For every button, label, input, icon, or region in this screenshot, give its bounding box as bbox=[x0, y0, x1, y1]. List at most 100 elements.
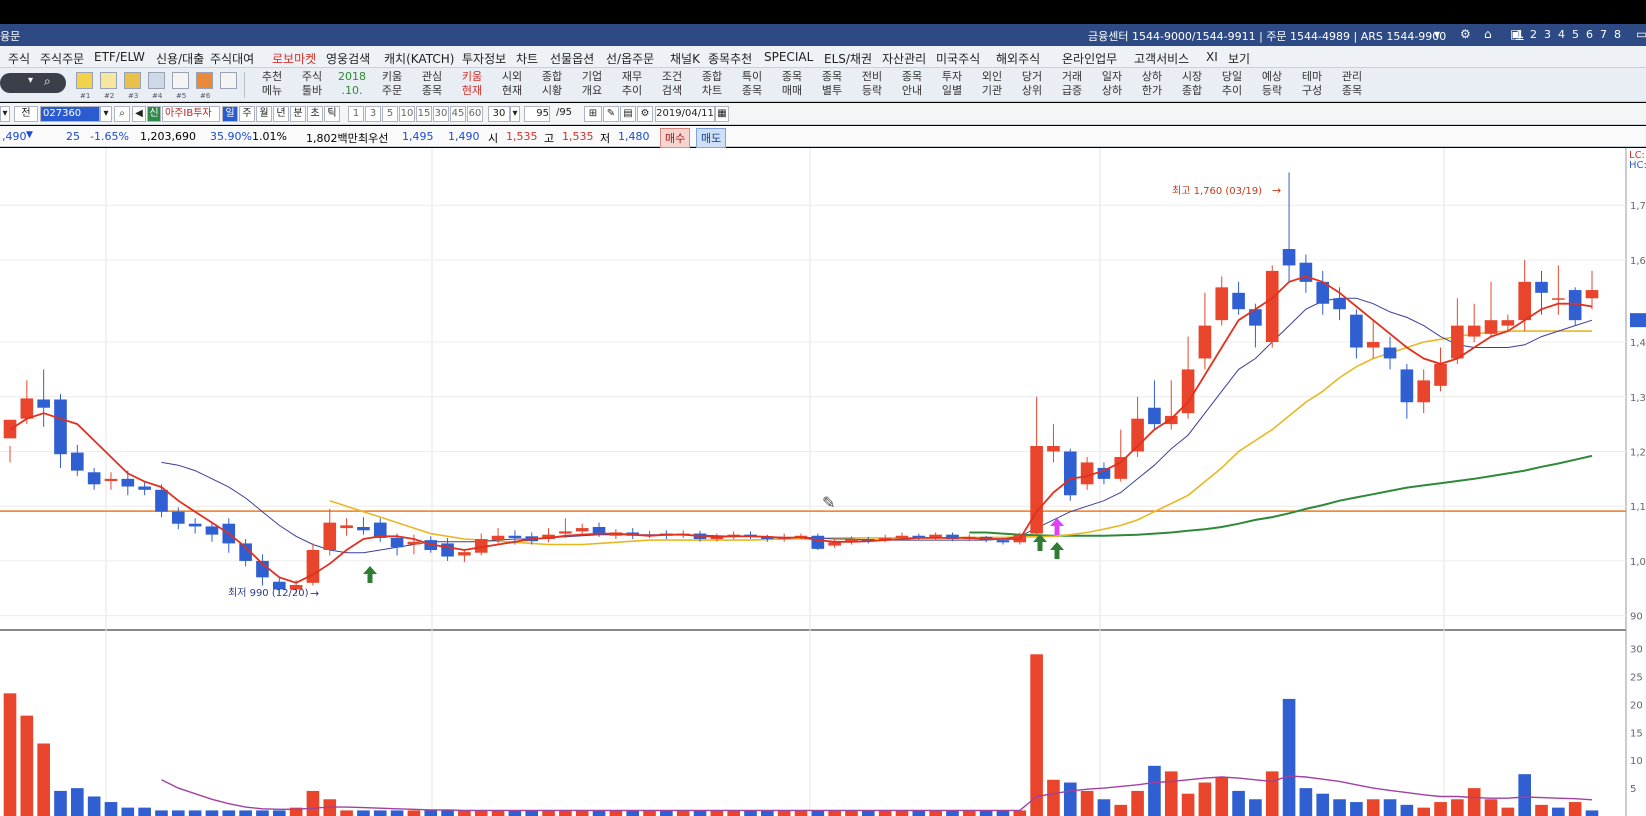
volume-bar[interactable] bbox=[1417, 807, 1431, 816]
volume-bar[interactable] bbox=[559, 810, 572, 816]
volume-bar[interactable] bbox=[1484, 799, 1498, 816]
volume-bar[interactable] bbox=[1215, 776, 1229, 816]
volume-bar[interactable] bbox=[1030, 654, 1043, 816]
volume-bar[interactable] bbox=[1282, 698, 1296, 816]
volume-bar[interactable] bbox=[54, 790, 67, 816]
menu-item[interactable]: 종목추천 bbox=[708, 50, 752, 67]
page-tab-4[interactable]: 4 bbox=[1558, 28, 1565, 41]
menu-item[interactable]: 주식 bbox=[8, 50, 30, 67]
volume-bar[interactable] bbox=[1114, 804, 1128, 816]
interval-button[interactable]: 5 bbox=[382, 106, 398, 122]
volume-bar[interactable] bbox=[962, 810, 976, 816]
menu-item[interactable]: 해외주식 bbox=[996, 50, 1040, 67]
menu-item[interactable]: 보기 bbox=[1228, 50, 1250, 67]
period-tab[interactable]: 초 bbox=[307, 106, 323, 122]
page-tab-5[interactable]: 5 bbox=[1572, 28, 1579, 41]
volume-bar[interactable] bbox=[1400, 804, 1414, 816]
candle[interactable] bbox=[811, 533, 825, 550]
volume-bar[interactable] bbox=[895, 810, 909, 816]
volume-bar[interactable] bbox=[205, 810, 219, 816]
shortcut-button[interactable]: 관리 종목 bbox=[1334, 70, 1370, 98]
volume-bar[interactable] bbox=[710, 810, 724, 816]
shortcut-button[interactable]: 상하 한가 bbox=[1134, 70, 1170, 98]
volume-bar[interactable] bbox=[1535, 804, 1548, 816]
volume-bar[interactable] bbox=[390, 810, 404, 816]
volume-bar[interactable] bbox=[1080, 790, 1094, 816]
volume-bar[interactable] bbox=[592, 810, 606, 816]
volume-bar[interactable] bbox=[441, 810, 454, 816]
tool-icon[interactable]: ✎ bbox=[603, 106, 619, 122]
volume-bar[interactable] bbox=[104, 802, 118, 816]
volume-bar[interactable] bbox=[1434, 802, 1447, 816]
camera-icon[interactable] bbox=[148, 72, 165, 89]
menu-item[interactable]: SPECIAL bbox=[764, 50, 813, 64]
volume-bar[interactable] bbox=[373, 810, 387, 816]
buy-button[interactable]: 매수 bbox=[660, 128, 691, 148]
monitor-icon[interactable]: ▭ bbox=[1636, 27, 1646, 41]
dropdown-arrow-icon[interactable]: ▾ bbox=[1434, 27, 1440, 41]
data-count-input[interactable]: 95 bbox=[524, 106, 550, 122]
period-tab[interactable]: 일 bbox=[222, 106, 238, 122]
volume-bar[interactable] bbox=[1131, 790, 1144, 816]
volume-bar[interactable] bbox=[946, 810, 959, 816]
volume-bar[interactable] bbox=[912, 810, 926, 816]
shortcut-button[interactable]: 종목 매매 bbox=[774, 70, 810, 98]
menu-item[interactable]: 자산관리 bbox=[882, 50, 926, 67]
menu-item[interactable]: 주식대여 bbox=[210, 50, 254, 67]
volume-bar[interactable] bbox=[811, 810, 825, 816]
period-tab[interactable]: 월 bbox=[256, 106, 272, 122]
volume-bar[interactable] bbox=[20, 715, 34, 816]
interval-value[interactable]: 30 bbox=[488, 106, 510, 122]
volume-bar[interactable] bbox=[188, 810, 202, 816]
shortcut-button[interactable]: 조건 검색 bbox=[654, 70, 690, 98]
interval-button[interactable]: 30 bbox=[433, 106, 449, 122]
volume-bar[interactable] bbox=[878, 810, 892, 816]
menu-item[interactable]: 미국주식 bbox=[936, 50, 980, 67]
menu-item[interactable]: 고객서비스 bbox=[1134, 50, 1189, 67]
shortcut-button[interactable]: 종목 안내 bbox=[894, 70, 930, 98]
period-tab[interactable]: 분 bbox=[290, 106, 306, 122]
volume-bar[interactable] bbox=[508, 810, 522, 816]
search-icon[interactable]: ⌕ bbox=[44, 74, 51, 89]
volume-bar[interactable] bbox=[1013, 810, 1027, 816]
interval-button[interactable]: 1 bbox=[348, 106, 364, 122]
stock-code-input[interactable]: 027360 bbox=[40, 106, 100, 122]
menu-item[interactable]: ETF/ELW bbox=[94, 50, 145, 64]
shortcut-button[interactable]: 관심 종목 bbox=[414, 70, 450, 98]
volume-bar[interactable] bbox=[3, 693, 17, 816]
save-icon[interactable] bbox=[76, 72, 93, 89]
volume-bar[interactable] bbox=[525, 810, 539, 816]
volume-bar[interactable] bbox=[474, 810, 488, 816]
volume-bar[interactable] bbox=[272, 810, 286, 816]
volume-bar[interactable] bbox=[777, 810, 791, 816]
candle[interactable] bbox=[1568, 287, 1582, 326]
volume-bar[interactable] bbox=[1265, 771, 1279, 816]
shortcut-button[interactable]: 종목 별투 bbox=[814, 70, 850, 98]
volume-bar[interactable] bbox=[1383, 799, 1397, 816]
shortcut-button[interactable]: 예상 등락 bbox=[1254, 70, 1290, 98]
chart-area[interactable]: 1,7 1,6 1,4 1,3 1,2 1,1 1,0 90 LC: HC: 30 25 20 15 10 5… bbox=[0, 148, 1646, 816]
stepper-button[interactable]: ▾ bbox=[0, 106, 10, 122]
calendar-icon[interactable]: ▦ bbox=[715, 106, 729, 122]
volume-bar[interactable] bbox=[138, 807, 151, 816]
volume-bar[interactable] bbox=[643, 810, 656, 816]
volume-bar[interactable] bbox=[1299, 788, 1313, 816]
menu-item[interactable]: 로보마켓 bbox=[272, 50, 316, 67]
memo-icon[interactable] bbox=[100, 72, 117, 89]
shortcut-button[interactable]: 시외 현재 bbox=[494, 70, 530, 98]
shortcut-button[interactable]: 특이 종목 bbox=[734, 70, 770, 98]
shortcut-button[interactable]: 키움 주문 bbox=[374, 70, 410, 98]
volume-bar[interactable] bbox=[1148, 765, 1161, 816]
save-icon[interactable]: ▤ bbox=[620, 106, 636, 122]
interval-dropdown[interactable]: ▾ bbox=[510, 106, 520, 122]
menu-item[interactable]: 주식주문 bbox=[40, 50, 84, 67]
candle[interactable] bbox=[1265, 265, 1279, 348]
home-icon[interactable]: ⌂ bbox=[1484, 27, 1492, 41]
volume-bar[interactable] bbox=[1585, 810, 1599, 816]
volume-bar[interactable] bbox=[575, 810, 589, 816]
volume-bar[interactable] bbox=[87, 796, 101, 816]
page-tab-3[interactable]: 3 bbox=[1544, 28, 1551, 41]
shortcut-button[interactable]: 2018.10. bbox=[334, 70, 370, 98]
menu-item[interactable]: 신용/대출 bbox=[156, 50, 204, 67]
volume-bar[interactable] bbox=[458, 810, 471, 816]
